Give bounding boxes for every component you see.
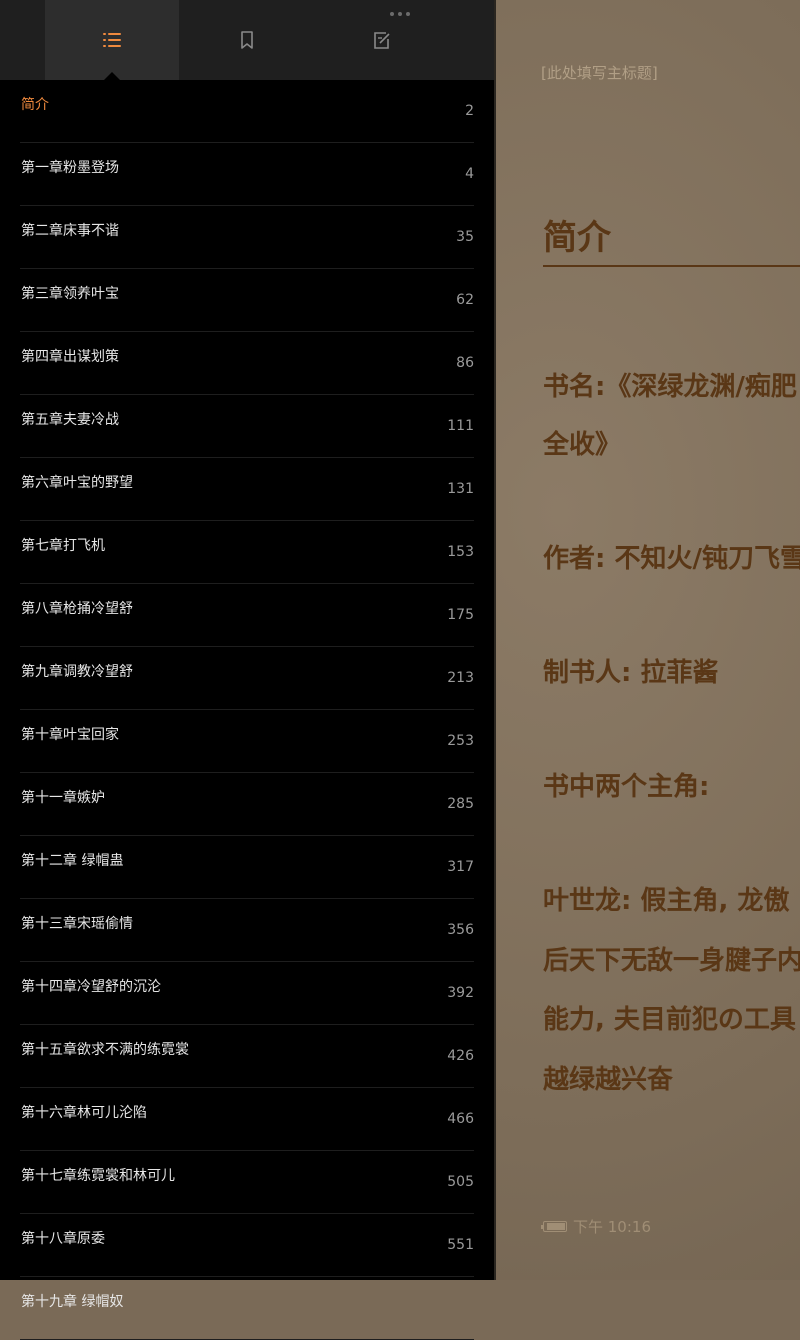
chapter-heading: 简介 [543,218,611,258]
toc-item-page: 175 [447,607,474,623]
toc-item[interactable]: 第八章枪捅冷望舒 175 [20,584,474,647]
toc-item-page: 356 [447,922,474,938]
toc-item-title: 第十五章欲求不满的练霓裳 [21,1042,189,1058]
toc-item[interactable]: 第二章床事不谐 35 [20,206,474,269]
toc-item[interactable]: 第十九章 绿帽奴 [20,1277,474,1340]
toc-item[interactable]: 第十章叶宝回家 253 [20,710,474,773]
tab-bookmarks[interactable] [180,0,314,80]
toc-item[interactable]: 第七章打飞机 153 [20,521,474,584]
toc-item-title: 第四章出谋划策 [21,349,119,365]
toc-item-title: 第九章调教冷望舒 [21,664,133,680]
toc-item-title: 第一章粉墨登场 [21,160,119,176]
toc-item[interactable]: 第三章领养叶宝 62 [20,269,474,332]
toc-item-title: 第十六章林可儿沦陷 [21,1105,147,1121]
toc-item[interactable]: 第十二章 绿帽蛊 317 [20,836,474,899]
contents-list-icon [103,33,121,47]
toc-item[interactable]: 第五章夫妻冷战 111 [20,395,474,458]
toc-item[interactable]: 第一章粉墨登场 4 [20,143,474,206]
toc-item-page: 285 [447,796,474,812]
toc-item[interactable]: 第十八章原委 551 [20,1214,474,1277]
toc-drawer: 简介 2 第一章粉墨登场 4 第二章床事不谐 35 第三章领养叶宝 62 第四章出谋划策… [0,0,494,1340]
toc-item-title: 第十一章嫉妒 [21,790,105,806]
body-text-line: 叶世龙: 假主角, 龙傲 [543,886,790,916]
toc-item-page: 2 [465,103,474,119]
toc-list: 简介 2 第一章粉墨登场 4 第二章床事不谐 35 第三章领养叶宝 62 第四章出谋划策… [0,80,494,1340]
toc-item-page: 426 [447,1048,474,1064]
battery-icon [541,1221,567,1232]
toc-item[interactable]: 第十三章宋瑶偷情 356 [20,899,474,962]
body-text-line: 全收》 [543,430,622,460]
toc-item-page: 62 [456,292,474,308]
toc-item-title: 第五章夫妻冷战 [21,412,119,428]
toc-item-page: 253 [447,733,474,749]
toc-item-page: 86 [456,355,474,371]
drawer-tab-bar [0,0,494,80]
toc-item-page: 392 [447,985,474,1001]
toc-item-title: 第六章叶宝的野望 [21,475,133,491]
toc-item-page: 153 [447,544,474,560]
toc-item-title: 第十章叶宝回家 [21,727,119,743]
toc-item-page: 4 [465,166,474,182]
body-text-line: 书中两个主角: [543,772,710,802]
toc-item-page: 131 [447,481,474,497]
toc-item[interactable]: 简介 2 [20,80,474,143]
toc-item-title: 第十七章练霓裳和林可儿 [21,1168,175,1184]
tab-notes[interactable] [315,0,449,80]
toc-item-title: 第七章打飞机 [21,538,105,554]
toc-item-title: 第十八章原委 [21,1231,105,1247]
toc-item[interactable]: 第四章出谋划策 86 [20,332,474,395]
active-tab-pointer [104,72,120,80]
toc-item-page: 466 [447,1111,474,1127]
toc-item-title: 第八章枪捅冷望舒 [21,601,133,617]
more-dots-indicator [390,12,410,16]
body-text-line: 越绿越兴奋 [543,1065,674,1095]
toc-item-title: 第二章床事不谐 [21,223,119,239]
toc-item[interactable]: 第十五章欲求不满的练霓裳 426 [20,1025,474,1088]
toc-item-page: 111 [447,418,474,434]
toc-item-page: 213 [447,670,474,686]
toc-item-title: 第三章领养叶宝 [21,286,119,302]
body-text-line: 书名:《深绿龙渊/痴肥 [543,372,797,402]
toc-item-title: 第十二章 绿帽蛊 [21,853,124,869]
toc-item-page: 551 [447,1237,474,1253]
toc-item-title: 第十四章冷望舒的沉沦 [21,979,161,995]
body-text-line: 制书人: 拉菲酱 [543,658,719,688]
body-text-line: 能力, 夫目前犯の工具 [543,1005,796,1035]
status-footer: 下午 10:16 [541,1216,651,1237]
body-text-line: 作者: 不知火/钝刀飞雪 [543,544,800,574]
toc-item[interactable]: 第十一章嫉妒 285 [20,773,474,836]
toc-item-page: 35 [456,229,474,245]
clock-time: 下午 10:16 [573,1218,651,1236]
toc-item-page: 317 [447,859,474,875]
tab-contents[interactable] [45,0,179,80]
toc-item-title: 第十九章 绿帽奴 [21,1294,124,1310]
toc-item-title: 简介 [21,97,49,113]
toc-item[interactable]: 第十七章练霓裳和林可儿 505 [20,1151,474,1214]
toc-item[interactable]: 第六章叶宝的野望 131 [20,458,474,521]
toc-item[interactable]: 第十四章冷望舒的沉沦 392 [20,962,474,1025]
toc-item[interactable]: 第十六章林可儿沦陷 466 [20,1088,474,1151]
heading-underline [543,265,800,267]
toc-item-page: 505 [447,1174,474,1190]
body-text-line: 后天下无敌一身腱子内 [543,946,800,976]
drawer-edge [494,0,496,1280]
note-edit-icon [374,32,390,49]
toc-item-title: 第十三章宋瑶偷情 [21,916,133,932]
bookmark-icon [241,31,253,49]
page-header-placeholder: [此处填写主标题] [541,64,658,82]
toc-item[interactable]: 第九章调教冷望舒 213 [20,647,474,710]
